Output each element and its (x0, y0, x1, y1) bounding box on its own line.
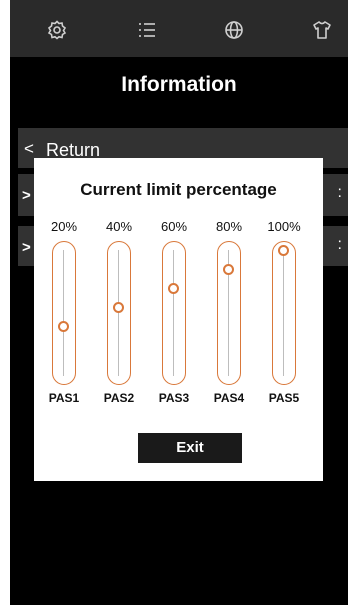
dialog-title: Current limit percentage (80, 180, 277, 199)
slider-track (63, 250, 64, 376)
slider-track (283, 250, 284, 376)
row-value-dots: : (337, 236, 342, 253)
pas-label-2: PAS2 (103, 391, 135, 405)
top-toolbar (10, 0, 348, 57)
percent-label-pas1: 20% (50, 219, 78, 234)
app-screen: Information < Return > : > : Current lim… (10, 0, 348, 605)
slider-knob[interactable] (113, 302, 124, 313)
pas-label-4: PAS4 (213, 391, 245, 405)
percent-label-pas4: 80% (215, 219, 243, 234)
percent-label-pas3: 60% (160, 219, 188, 234)
percent-label-pas2: 40% (105, 219, 133, 234)
chevron-left-icon: < (24, 139, 34, 158)
slider-pas3[interactable] (162, 241, 186, 385)
chevron-right-icon: > (22, 239, 31, 256)
slider-knob[interactable] (278, 245, 289, 256)
slider-knob[interactable] (168, 283, 179, 294)
row-value-dots: : (337, 184, 342, 201)
slider-track (173, 250, 174, 376)
pas-label-5: PAS5 (268, 391, 300, 405)
slider-pas4[interactable] (217, 241, 241, 385)
pas-label-1: PAS1 (48, 391, 80, 405)
slider-track (118, 250, 119, 376)
exit-button[interactable]: Exit (138, 433, 242, 463)
list-icon[interactable] (137, 20, 157, 40)
pas-label-3: PAS3 (158, 391, 190, 405)
slider-knob[interactable] (58, 321, 69, 332)
globe-icon[interactable] (224, 20, 244, 40)
shirt-icon[interactable] (312, 20, 332, 40)
slider-pas1[interactable] (52, 241, 76, 385)
page-title: Information (121, 73, 237, 96)
slider-knob[interactable] (223, 264, 234, 275)
chevron-right-icon: > (22, 187, 31, 204)
gear-icon[interactable] (47, 20, 67, 40)
slider-pas2[interactable] (107, 241, 131, 385)
slider-pas5[interactable] (272, 241, 296, 385)
percent-label-pas5: 100% (267, 219, 301, 234)
current-limit-dialog: Current limit percentage 20% 40% 60% 80%… (34, 158, 323, 481)
